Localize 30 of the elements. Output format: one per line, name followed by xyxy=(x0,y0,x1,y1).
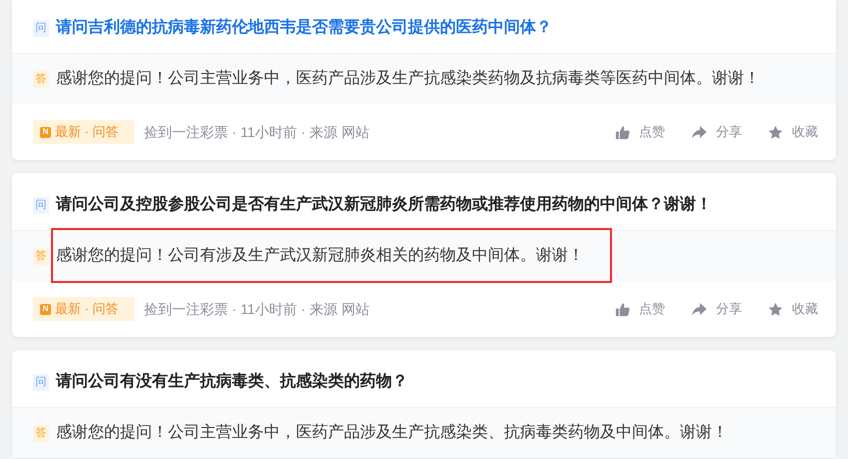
like-icon xyxy=(615,124,630,140)
post-meta: 捡到一注彩票 · 11小时前 · 来源 网站 xyxy=(144,300,370,318)
answer-text: 感谢您的提问！公司主营业务中，医药产品涉及生产抗感染类药物及抗病毒类等医药中间体。谢谢！ xyxy=(56,68,760,89)
question-icon: 问 xyxy=(33,20,49,36)
answer-text: 感谢您的提问！公司主营业务中，医药产品涉及生产抗感染类、抗病毒类药物及中间体。谢谢！ xyxy=(56,422,728,443)
star-icon xyxy=(768,124,783,140)
share-button[interactable]: 分享 xyxy=(691,122,742,142)
like-icon xyxy=(615,302,630,316)
share-arrow-icon xyxy=(691,124,707,140)
star-icon xyxy=(768,302,783,316)
question-icon: 问 xyxy=(33,196,49,214)
new-icon: N xyxy=(40,126,51,138)
like-button[interactable]: 点赞 xyxy=(615,299,665,319)
share-button[interactable]: 分享 xyxy=(691,299,742,319)
answer-icon: 答 xyxy=(33,248,49,264)
answer-icon: 答 xyxy=(33,424,49,442)
post-meta: 捡到一注彩票 · 11小时前 · 来源 网站 xyxy=(144,122,370,142)
question-title[interactable]: 请问公司及控股参股公司是否有生产武汉新冠肺炎所需药物或推荐使用药物的中间体？谢谢！ xyxy=(56,194,712,216)
question-title[interactable]: 请问公司有没有生产抗病毒类、抗感染类的药物？ xyxy=(56,371,408,393)
answer-text: 感谢您的提问！公司有涉及生产武汉新冠肺炎相关的药物及中间体。谢谢！ xyxy=(56,246,584,266)
tag-badge: N 最新 · 问答 xyxy=(33,297,134,321)
question-icon: 问 xyxy=(33,374,49,390)
question-title[interactable]: 请问吉利德的抗病毒新药伦地西韦是否需要贵公司提供的医药中间体？ xyxy=(56,17,552,39)
favorite-button[interactable]: 收藏 xyxy=(768,122,818,142)
like-button[interactable]: 点赞 xyxy=(615,122,665,142)
favorite-button[interactable]: 收藏 xyxy=(768,299,818,319)
answer-icon: 答 xyxy=(33,70,49,88)
share-arrow-icon xyxy=(691,302,707,316)
tag-badge: N 最新 · 问答 xyxy=(33,120,134,144)
new-icon: N xyxy=(40,304,51,314)
